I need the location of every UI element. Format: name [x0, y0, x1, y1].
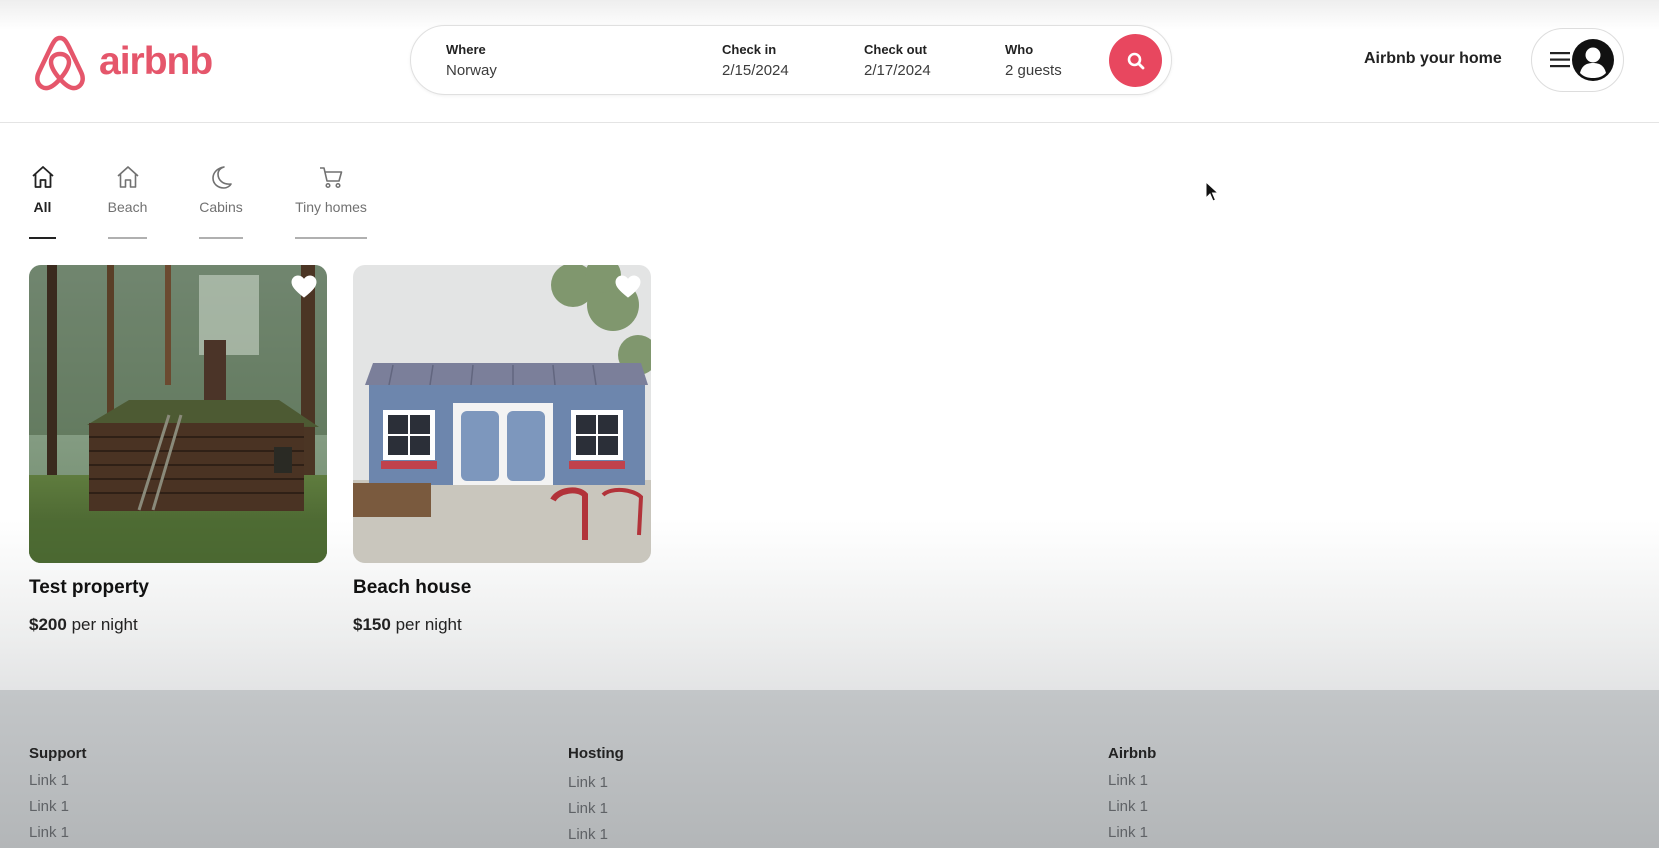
category-underline — [108, 237, 147, 239]
search-button[interactable] — [1109, 34, 1162, 87]
footer-link[interactable]: Link 1 — [29, 768, 87, 794]
category-cabins[interactable]: Cabins — [199, 163, 243, 239]
home-icon — [31, 166, 54, 188]
category-label: Tiny homes — [295, 199, 367, 215]
blue-tiny-house-image — [353, 265, 651, 563]
listing-price: $150 per night — [353, 615, 651, 635]
footer-link[interactable]: Link 1 — [1108, 820, 1156, 846]
log-cabin-image — [29, 265, 327, 563]
category-underline — [29, 237, 56, 239]
airbnb-wordmark: airbnb — [99, 40, 213, 83]
price-amount: $150 — [353, 615, 391, 634]
home-icon — [116, 166, 139, 188]
check-out-value: 2/17/2024 — [864, 62, 931, 79]
guests-value: 2 guests — [1005, 62, 1062, 79]
listing-photo-log-cabin[interactable] — [29, 265, 327, 563]
user-menu-button[interactable] — [1531, 28, 1624, 92]
footer-heading: Hosting — [568, 745, 624, 762]
check-in-value: 2/15/2024 — [722, 62, 789, 79]
footer-link[interactable]: Link 1 — [1108, 794, 1156, 820]
search-icon — [1127, 52, 1144, 69]
footer-heading: Airbnb — [1108, 745, 1157, 762]
hamburger-icon — [1550, 52, 1570, 68]
category-label: All — [33, 199, 52, 215]
guests-field[interactable]: Who 2 guests — [1005, 42, 1062, 82]
listing-price: $200 per night — [29, 615, 327, 635]
mouse-cursor-icon — [1205, 181, 1219, 202]
category-label: Beach — [107, 199, 148, 215]
check-out-label: Check out — [864, 42, 927, 57]
guests-label: Who — [1005, 42, 1034, 57]
category-underline — [199, 237, 243, 239]
user-avatar-icon — [1572, 39, 1614, 81]
check-in-label: Check in — [722, 42, 777, 57]
listing-title: Test property — [29, 577, 150, 598]
price-amount: $200 — [29, 615, 67, 634]
price-suffix: per night — [71, 615, 138, 634]
airbnb-logo-icon — [35, 35, 85, 91]
footer-heading: Support — [29, 745, 87, 762]
where-value: Norway — [446, 62, 497, 79]
heart-icon[interactable] — [291, 275, 317, 299]
category-label: Cabins — [199, 199, 243, 215]
price-suffix: per night — [395, 615, 462, 634]
airbnb-logo[interactable]: airbnb — [31, 31, 213, 93]
header: airbnb Where Norway Check in 2/15/2024 C… — [0, 0, 1659, 123]
heart-icon[interactable] — [615, 275, 641, 299]
category-all[interactable]: All — [29, 163, 56, 239]
footer-link[interactable]: Link 1 — [29, 820, 87, 846]
footer-column-support: Support Link 1 Link 1 Link 1 — [29, 745, 87, 846]
cart-icon — [320, 167, 343, 189]
airbnb-your-home-link[interactable]: Airbnb your home — [1364, 50, 1502, 68]
listing-photo-blue-tiny-house[interactable] — [353, 265, 651, 563]
footer-link[interactable]: Link 1 — [568, 822, 624, 848]
footer-link[interactable]: Link 1 — [568, 770, 624, 796]
footer-link[interactable]: Link 1 — [1108, 768, 1156, 794]
footer-column-hosting: Hosting Link 1 Link 1 Link 1 — [568, 745, 624, 848]
moon-icon — [212, 166, 232, 189]
category-beach[interactable]: Beach — [108, 163, 147, 239]
where-label: Where — [446, 42, 486, 57]
search-bar[interactable]: Where Norway Check in 2/15/2024 Check ou… — [410, 25, 1172, 95]
listing-title: Beach house — [353, 577, 472, 598]
where-field[interactable]: Where Norway — [446, 42, 497, 82]
category-underline — [295, 237, 367, 239]
check-out-field[interactable]: Check out 2/17/2024 — [864, 42, 931, 82]
listing-card[interactable]: Beach house $150 per night — [353, 265, 651, 635]
category-tiny-homes[interactable]: Tiny homes — [295, 163, 367, 239]
footer-column-airbnb: Airbnb Link 1 Link 1 Link 1 — [1108, 745, 1156, 846]
footer-link[interactable]: Link 1 — [568, 796, 624, 822]
check-in-field[interactable]: Check in 2/15/2024 — [722, 42, 789, 82]
listing-card[interactable]: Test property $200 per night — [29, 265, 327, 635]
footer-link[interactable]: Link 1 — [29, 794, 87, 820]
